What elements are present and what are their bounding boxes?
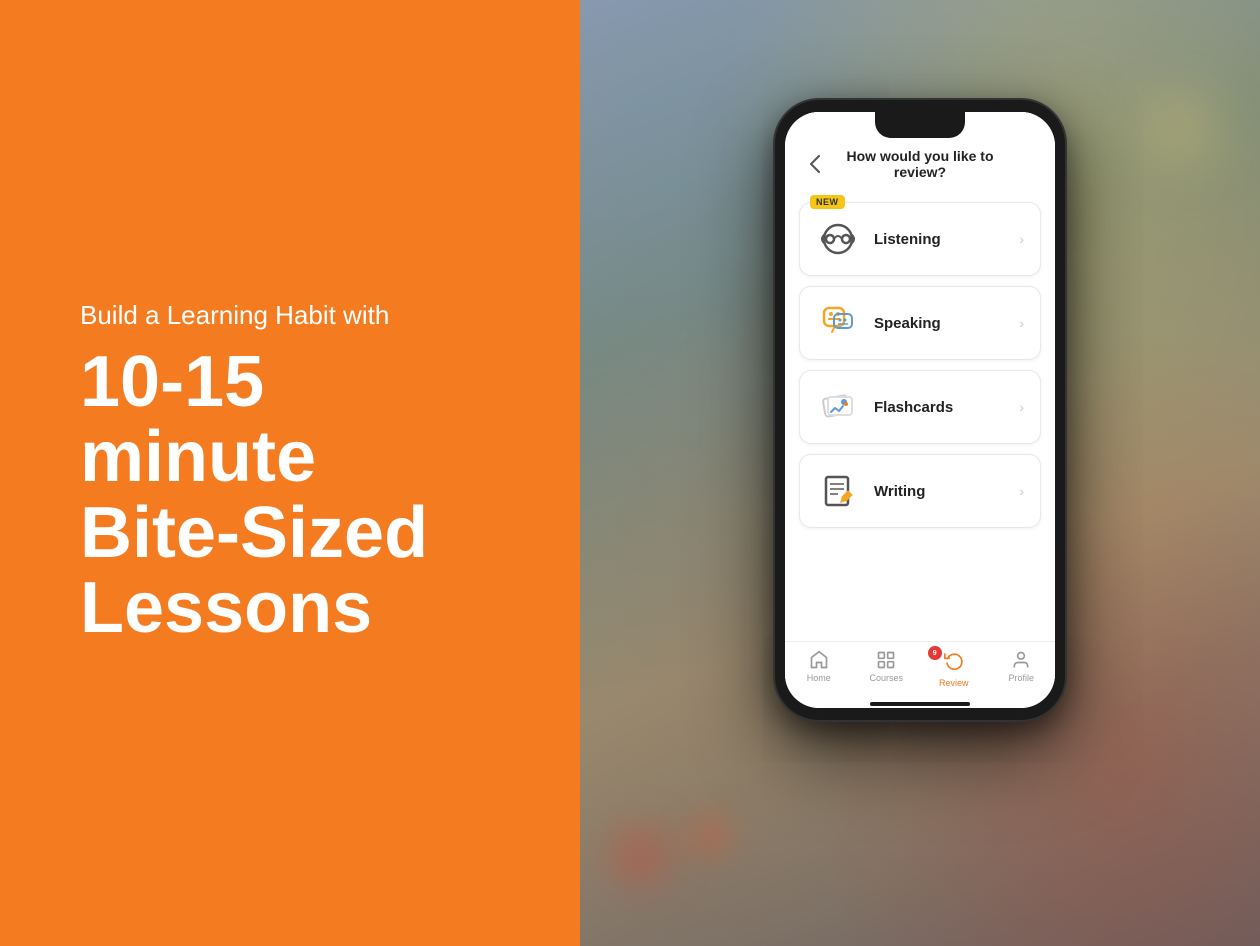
nav-item-profile[interactable]: Profile: [988, 650, 1056, 688]
app-screen: How would you like to review? NEW: [785, 112, 1055, 708]
nav-review-badge: 9: [928, 646, 942, 660]
nav-label-review: Review: [939, 678, 969, 688]
review-card-listening[interactable]: NEW List: [799, 202, 1041, 276]
listening-icon: [816, 217, 860, 261]
screen-title: How would you like to review?: [829, 148, 1011, 180]
subtitle-text: Build a Learning Habit with: [80, 299, 520, 333]
right-panel: How would you like to review? NEW: [580, 0, 1260, 946]
flashcards-label: Flashcards: [874, 399, 953, 416]
phone-shell: How would you like to review? NEW: [775, 100, 1065, 720]
listening-chevron: ›: [1019, 231, 1024, 247]
review-options-list: NEW List: [785, 194, 1055, 641]
nav-label-home: Home: [807, 673, 831, 683]
listening-label: Listening: [874, 231, 941, 248]
back-button[interactable]: [801, 150, 829, 178]
writing-chevron: ›: [1019, 483, 1024, 499]
writing-label: Writing: [874, 483, 925, 500]
speaking-label: Speaking: [874, 315, 941, 332]
new-badge: NEW: [810, 195, 845, 209]
flashcards-icon: [816, 385, 860, 429]
headline-line2: Bite-Sized: [80, 496, 520, 572]
left-panel: Build a Learning Habit with 10-15 minute…: [0, 0, 580, 946]
writing-icon: [816, 469, 860, 513]
review-card-speaking[interactable]: Speaking ›: [799, 286, 1041, 360]
main-headline: 10-15 minute Bite-Sized Lessons: [80, 345, 520, 647]
home-indicator: [870, 702, 970, 706]
speaking-icon: [816, 301, 860, 345]
flashcards-chevron: ›: [1019, 399, 1024, 415]
speaking-chevron: ›: [1019, 315, 1024, 331]
review-card-flashcards[interactable]: Flashcards ›: [799, 370, 1041, 444]
nav-item-review[interactable]: 9 Review: [920, 650, 988, 688]
nav-label-profile: Profile: [1008, 673, 1034, 683]
nav-label-courses: Courses: [869, 673, 903, 683]
hand-phone-container: How would you like to review? NEW: [660, 80, 1180, 900]
headline-line1: 10-15 minute: [80, 345, 520, 496]
review-card-writing[interactable]: Writing ›: [799, 454, 1041, 528]
bottom-nav: Home Courses: [785, 641, 1055, 698]
headline-line3: Lessons: [80, 571, 520, 647]
phone-notch: [875, 112, 965, 138]
nav-item-home[interactable]: Home: [785, 650, 853, 688]
nav-item-courses[interactable]: Courses: [853, 650, 921, 688]
phone-screen: How would you like to review? NEW: [785, 112, 1055, 708]
